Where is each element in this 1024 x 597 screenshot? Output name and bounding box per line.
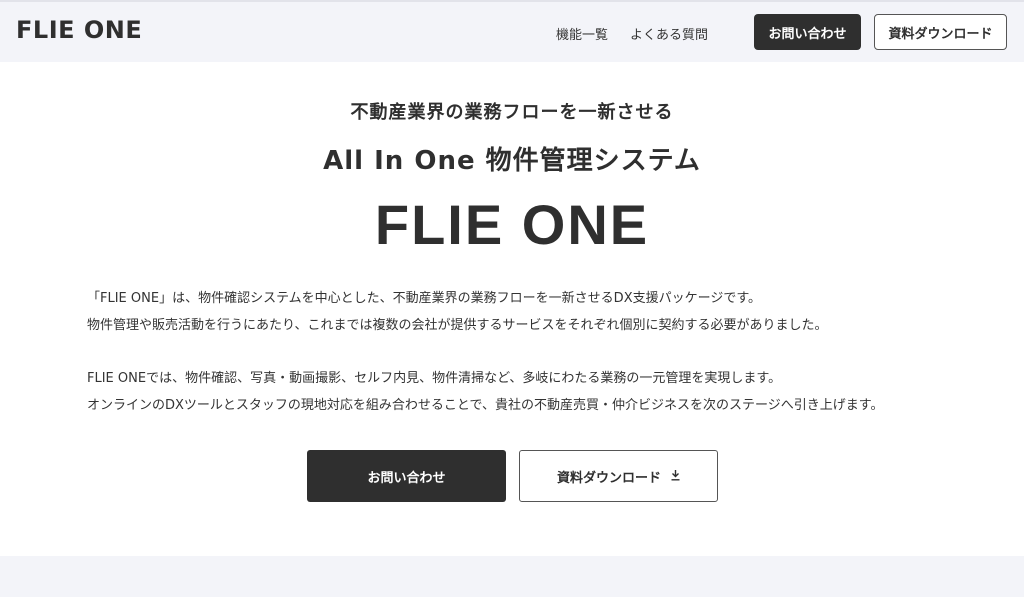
hero-download-button[interactable]: 資料ダウンロード bbox=[519, 450, 718, 502]
hero-product-name: FLIE ONE bbox=[374, 193, 650, 256]
site-header: FLIE ONE 機能一覧 よくある質問 お問い合わせ 資料ダウンロード bbox=[0, 0, 1024, 62]
hero-tagline: 不動産業界の業務フローを一新させる bbox=[350, 102, 674, 123]
hero-description-line: オンラインのDXツールとスタッフの現地対応を組み合わせることで、貴社の不動産売買… bbox=[87, 398, 884, 413]
hero-description-line: FLIE ONEでは、物件確認、写真・動画撮影、セルフ内見、物件清掃など、多岐に… bbox=[87, 371, 782, 386]
header-contact-button[interactable]: お問い合わせ bbox=[754, 14, 861, 50]
nav-link-features[interactable]: 機能一覧 bbox=[556, 24, 608, 43]
nav-link-faq[interactable]: よくある質問 bbox=[630, 24, 708, 43]
header-download-button[interactable]: 資料ダウンロード bbox=[874, 14, 1007, 50]
hero-description-line: 物件管理や販売活動を行うにあたり、これまでは複数の会社が提供するサービスをそれぞ… bbox=[87, 318, 828, 333]
site-logo[interactable]: FLIE ONE bbox=[16, 16, 142, 44]
hero-subtitle: All In One 物件管理システム bbox=[323, 146, 701, 176]
hero-contact-label: お問い合わせ bbox=[367, 470, 446, 486]
download-icon bbox=[671, 469, 680, 483]
hero-description-line: 「FLIE ONE」は、物件確認システムを中心とした、不動産業界の業務フローを一… bbox=[87, 291, 762, 306]
next-section-band bbox=[0, 556, 1024, 597]
hero-contact-button[interactable]: お問い合わせ bbox=[307, 450, 506, 502]
hero-download-label: 資料ダウンロード bbox=[556, 470, 661, 486]
